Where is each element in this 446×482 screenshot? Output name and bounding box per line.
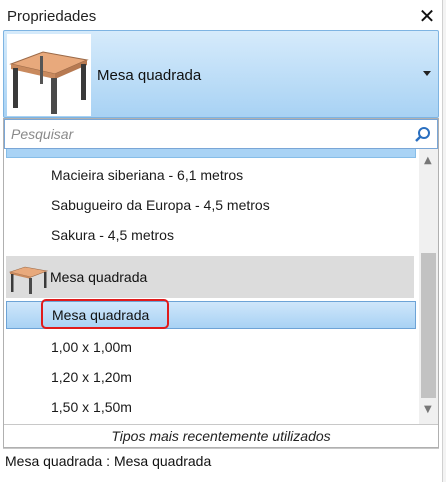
- list-item[interactable]: Macieira siberiana - 6,1 metros: [4, 167, 418, 183]
- list-item[interactable]: 1,20 x 1,20m: [4, 369, 418, 385]
- selected-type-name: Mesa quadrada: [97, 67, 202, 84]
- search-placeholder: Pesquisar: [11, 126, 74, 142]
- type-list: Macieira siberiana - 6,1 metros Sabuguei…: [4, 149, 418, 424]
- close-button[interactable]: ✕: [414, 4, 440, 28]
- family-header[interactable]: Mesa quadrada: [6, 256, 414, 298]
- footer-type-text: Mesa quadrada : Mesa quadrada: [5, 453, 212, 469]
- list-item[interactable]: 1,50 x 1,50m: [4, 399, 418, 415]
- properties-panel: Propriedades ✕ Mesa quadrada Pesquisar M…: [0, 0, 446, 482]
- recent-types-label: Tipos mais recentemente utilizados: [4, 424, 438, 447]
- panel-title: Propriedades: [7, 8, 97, 25]
- list-item[interactable]: Sabugueiro da Europa - 4,5 metros: [4, 197, 418, 213]
- family-label: Mesa quadrada: [50, 269, 148, 285]
- list-scrollbar[interactable]: ▲ ▼: [419, 149, 438, 424]
- search-icon[interactable]: [413, 125, 433, 145]
- red-highlight-box: [41, 299, 169, 329]
- panel-right-edge: [442, 0, 446, 482]
- square-table-icon: [7, 34, 91, 116]
- search-input[interactable]: Pesquisar: [4, 119, 438, 149]
- properties-footer: Mesa quadrada : Mesa quadrada: [3, 448, 439, 474]
- scroll-up-icon[interactable]: ▲: [424, 155, 432, 166]
- panel-titlebar: Propriedades ✕: [0, 0, 446, 30]
- list-item[interactable]: 1,00 x 1,00m: [4, 339, 418, 355]
- list-partial-header: [6, 149, 416, 158]
- list-item[interactable]: Sakura - 4,5 metros: [4, 227, 418, 243]
- square-table-icon: [8, 260, 49, 294]
- type-selector[interactable]: Mesa quadrada: [3, 30, 439, 118]
- scroll-down-icon[interactable]: ▼: [424, 404, 432, 415]
- scroll-thumb[interactable]: [421, 253, 436, 398]
- type-dropdown: Pesquisar Macieira siberiana - 6,1 metro…: [3, 118, 439, 448]
- dropdown-arrow-icon[interactable]: [423, 71, 431, 76]
